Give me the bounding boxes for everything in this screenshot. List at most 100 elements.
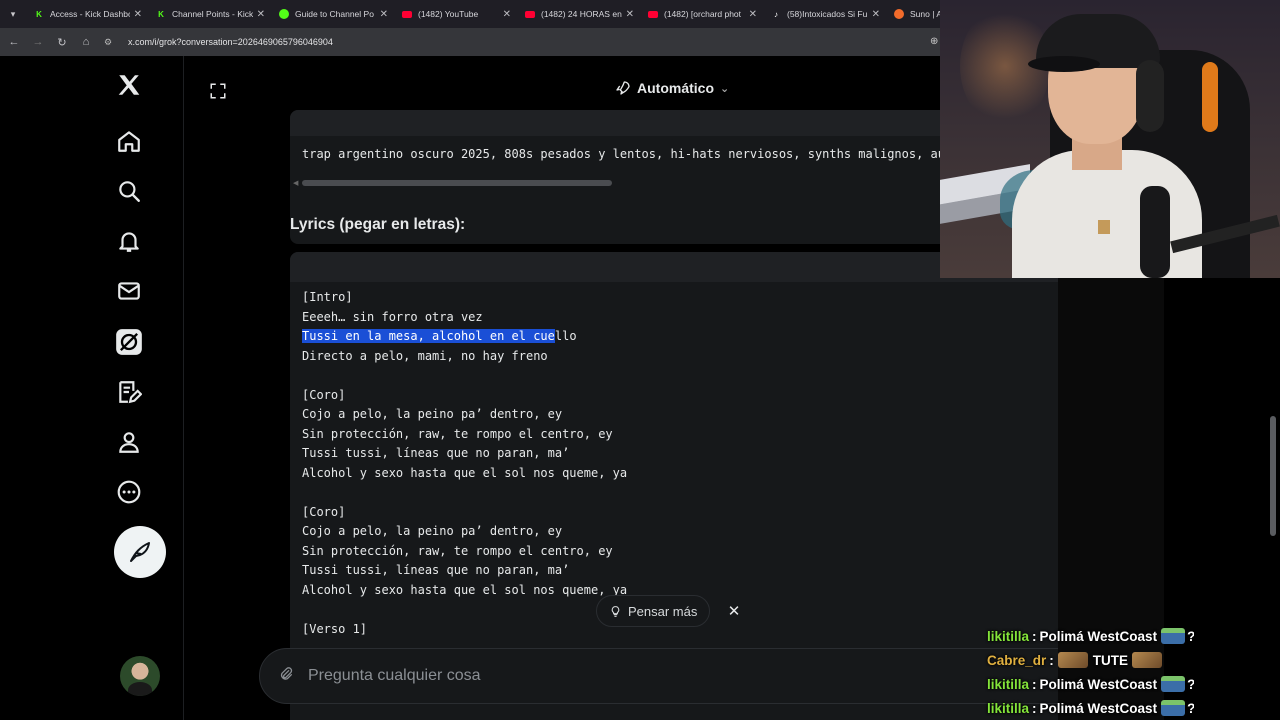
zoom-icon[interactable]: ⊕ [930, 36, 938, 47]
browser-tab[interactable]: (1482) 24 HORAS en ✕ [517, 0, 640, 28]
home-browser-icon[interactable]: ⌂ [74, 28, 98, 56]
browser-tab[interactable]: (1482) YouTube ✕ [394, 0, 517, 28]
section-title: Lyrics (pegar en letras): [290, 216, 466, 233]
stream-chat-overlay: likitilla: Polimá WestCoast ? Cabre_dr: … [984, 604, 1194, 720]
chat-message: likitilla: Polimá WestCoast ? [987, 674, 1194, 694]
lyric-line: [Coro] [302, 387, 346, 402]
youtube-icon [402, 10, 412, 18]
webcam-overlay [940, 0, 1280, 278]
cat-emote-icon [1132, 652, 1163, 668]
ask-input[interactable] [308, 667, 908, 685]
youtube-icon [648, 10, 658, 18]
lyric-line: [Verso 1] [302, 621, 368, 636]
youtube-icon [525, 10, 535, 18]
drafts-icon[interactable] [114, 377, 144, 407]
close-tab-icon[interactable]: ✕ [626, 9, 634, 20]
browser-tab[interactable]: Guide to Channel Po ✕ [271, 0, 394, 28]
kick-icon: K [158, 9, 164, 19]
reload-icon[interactable]: ↻ [50, 28, 74, 56]
chevron-down-icon: ⌄ [720, 82, 730, 95]
lyric-line: Alcohol y sexo hasta que el sol nos quem… [302, 465, 628, 480]
avatar[interactable] [120, 656, 160, 696]
tab-label: Channel Points - Kick [172, 9, 253, 19]
chat-text: Polimá WestCoast [1039, 700, 1158, 716]
more-icon[interactable] [114, 477, 144, 507]
url-field[interactable]: ⚙ x.com/i/grok?conversation=202646906579… [104, 32, 950, 52]
tab-label: (1482) 24 HORAS en [541, 9, 622, 19]
browser-tab[interactable]: ♪ (58)Intoxicados Si Fu ✕ [763, 0, 886, 28]
lyric-line: Directo a pelo, mami, no hay freno [302, 348, 548, 363]
rocket-icon [616, 81, 630, 95]
x-sidebar [0, 56, 184, 720]
compose-button[interactable] [114, 526, 166, 578]
kick-guide-icon [279, 9, 289, 19]
chat-text: Polimá WestCoast [1039, 628, 1158, 644]
selected-text: Tussi en la mesa, alcohol en el cue [302, 329, 555, 343]
close-tab-icon[interactable]: ✕ [749, 9, 757, 20]
lightbulb-icon [611, 605, 620, 617]
close-tab-icon[interactable]: ✕ [503, 9, 511, 20]
think-more-button[interactable]: Pensar más [596, 595, 711, 627]
chat-username: Cabre_dr [987, 652, 1047, 668]
scroll-left-icon[interactable]: ◀ [293, 179, 298, 187]
messages-icon[interactable] [114, 276, 144, 306]
lyric-line: [Intro] [302, 290, 353, 304]
browser-tab[interactable]: (1482) [orchard phot ✕ [640, 0, 763, 28]
forward-icon[interactable]: → [26, 28, 50, 56]
tab-search-chevron-icon[interactable]: ▾ [0, 0, 26, 28]
lyric-line [302, 366, 627, 386]
browser-tab[interactable]: K Channel Points - Kick ✕ [148, 0, 271, 28]
grok-icon[interactable] [114, 327, 144, 357]
attach-icon[interactable] [278, 666, 294, 687]
bus-emote-icon [1161, 676, 1186, 692]
close-tab-icon[interactable]: ✕ [872, 9, 880, 20]
browser-tab[interactable]: Suno | A [886, 0, 946, 28]
lyric-line [302, 600, 627, 620]
think-more-label: Pensar más [628, 603, 698, 619]
chat-message: likitilla: Polimá WestCoast ? [987, 626, 1194, 646]
mode-label: Automático [637, 80, 714, 96]
tiktok-icon: ♪ [774, 9, 778, 19]
suno-icon [894, 9, 904, 19]
lyrics-text[interactable]: [Intro] Eeeeh… sin forro otra vez Tussi en… [302, 288, 627, 639]
x-logo-icon[interactable] [114, 70, 144, 100]
chat-text: TUTE [1092, 652, 1129, 668]
mode-selector[interactable]: Automático ⌄ [615, 80, 729, 96]
lyric-line: Tussi tussi, líneas que no paran, ma’ [302, 446, 570, 460]
back-icon[interactable]: ← [2, 28, 26, 56]
bus-emote-icon [1161, 628, 1186, 644]
close-icon[interactable]: ✕ [718, 595, 750, 627]
tab-label: Access - Kick Dashbo [50, 9, 130, 19]
code-block-header [290, 110, 940, 136]
lyric-line: Cojo a pelo, la peino pa’ dentro, ey [302, 524, 563, 538]
page-scrollbar[interactable] [1270, 416, 1276, 536]
chat-username: likitilla [987, 700, 1030, 716]
lyric-line: Sin protección, raw, te rompo el centro,… [302, 426, 613, 441]
close-tab-icon[interactable]: ✕ [134, 9, 142, 20]
tab-label: (1482) YouTube [418, 9, 479, 19]
lyric-line: Eeeeh… sin forro otra vez [302, 309, 483, 324]
style-prompt-text[interactable]: trap argentino oscuro 2025, 808s pesados… [302, 147, 940, 161]
tab-label: Guide to Channel Po [295, 9, 374, 19]
grok-main: Automático ⌄ trap argentino oscuro 2025,… [185, 56, 1139, 720]
close-tab-icon[interactable]: ✕ [380, 9, 388, 20]
chat-text: Polimá WestCoast [1039, 676, 1158, 692]
profile-icon[interactable] [114, 427, 144, 457]
lyric-line: Tussi en la mesa, alcohol en el cuello [302, 329, 577, 343]
lyric-line: Alcohol y sexo hasta que el sol nos quem… [302, 582, 628, 597]
notifications-icon[interactable] [114, 226, 144, 256]
tab-label: (58)Intoxicados Si Fu [787, 9, 868, 19]
home-icon[interactable] [114, 126, 144, 156]
tab-label: Suno | A [910, 9, 940, 19]
browser-tab[interactable]: K Access - Kick Dashbo ✕ [26, 0, 148, 28]
horizontal-scrollbar[interactable] [302, 180, 612, 186]
chat-username: likitilla [987, 676, 1030, 692]
site-info-icon[interactable]: ⚙ [104, 37, 118, 48]
chat-message: Cabre_dr: TUTE [987, 650, 1164, 670]
search-icon[interactable] [114, 176, 144, 206]
expand-icon[interactable] [209, 82, 227, 105]
url-text: x.com/i/grok?conversation=20264690657960… [128, 37, 333, 47]
lyric-line: [Coro] [302, 504, 346, 519]
close-tab-icon[interactable]: ✕ [257, 9, 265, 20]
chat-message: likitilla: Polimá WestCoast ? [987, 698, 1194, 718]
